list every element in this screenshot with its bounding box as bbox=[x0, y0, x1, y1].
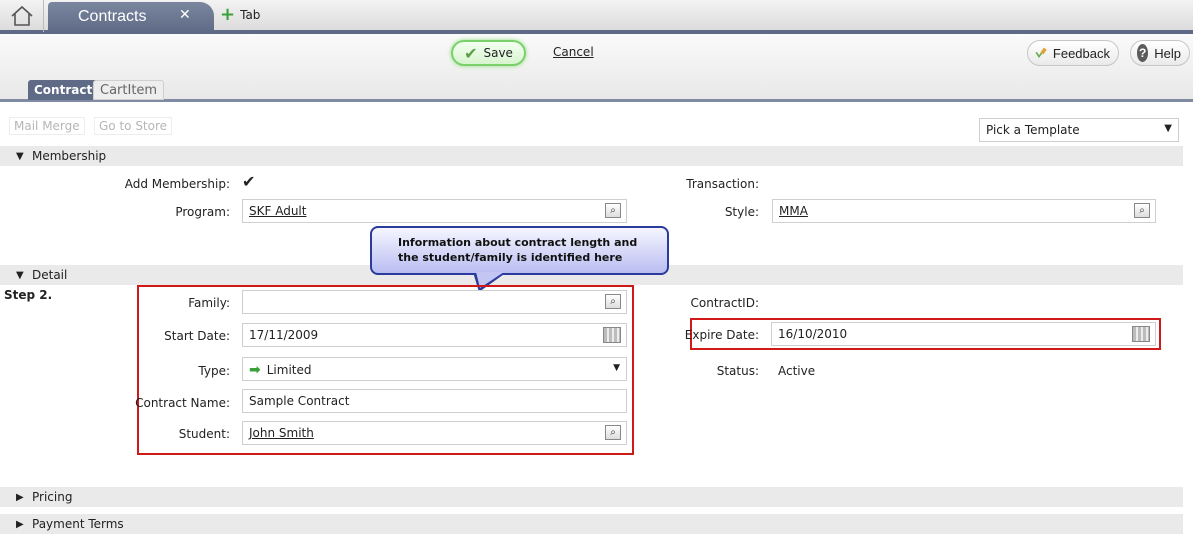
lookup-icon[interactable]: ⌕ bbox=[605, 294, 621, 309]
lookup-icon[interactable]: ⌕ bbox=[605, 203, 621, 218]
family-field[interactable]: ⌕ bbox=[242, 290, 627, 314]
arrow-right-icon: ➡ bbox=[249, 362, 261, 378]
home-button[interactable] bbox=[0, 0, 44, 32]
callout-line-1: Information about contract length and bbox=[398, 236, 638, 249]
type-select[interactable]: ➡ Limited ▼ bbox=[242, 357, 627, 381]
start-date-field[interactable]: 17/11/2009 bbox=[242, 323, 627, 347]
close-icon[interactable]: ✕ bbox=[179, 7, 191, 23]
chevron-down-icon: ▼ bbox=[16, 150, 24, 162]
lookup-icon[interactable]: ⌕ bbox=[605, 425, 621, 440]
section-pricing-label: Pricing bbox=[32, 490, 73, 504]
expire-date-label: Expire Date: bbox=[684, 328, 759, 342]
callout-line-2: the student/family is identified here bbox=[398, 251, 623, 264]
template-select[interactable]: Pick a Template ▼ bbox=[979, 118, 1179, 142]
go-to-store-button[interactable]: Go to Store bbox=[94, 117, 173, 135]
help-icon: ? bbox=[1137, 44, 1149, 62]
feedback-button[interactable]: Feedback bbox=[1027, 40, 1119, 66]
contract-id-label: ContractID: bbox=[690, 296, 759, 310]
student-value[interactable]: John Smith bbox=[249, 426, 314, 440]
student-label: Student: bbox=[178, 427, 230, 441]
save-button[interactable]: ✔ Save bbox=[451, 40, 526, 66]
program-value[interactable]: SKF Adult bbox=[249, 204, 306, 218]
add-membership-label: Add Membership: bbox=[124, 177, 230, 191]
feedback-icon bbox=[1035, 47, 1047, 58]
add-membership-checkbox[interactable]: ✔ bbox=[242, 174, 258, 191]
help-button[interactable]: ? Help bbox=[1130, 40, 1190, 66]
feedback-label: Feedback bbox=[1052, 45, 1110, 61]
section-pricing[interactable]: ▶ Pricing bbox=[0, 487, 1183, 507]
chevron-down-icon: ▼ bbox=[1164, 123, 1172, 134]
start-date-value: 17/11/2009 bbox=[249, 328, 319, 342]
help-label: Help bbox=[1154, 45, 1181, 61]
tab-cartitem[interactable]: CartItem bbox=[93, 80, 165, 100]
calendar-icon[interactable] bbox=[603, 327, 621, 343]
family-label: Family: bbox=[188, 296, 230, 310]
type-label: Type: bbox=[198, 364, 230, 378]
step-label: Step 2. bbox=[4, 288, 53, 302]
student-field[interactable]: John Smith ⌕ bbox=[242, 421, 627, 445]
template-select-value: Pick a Template bbox=[986, 123, 1080, 137]
lookup-icon[interactable]: ⌕ bbox=[1134, 203, 1150, 218]
contract-name-value: Sample Contract bbox=[249, 394, 350, 408]
cancel-link[interactable]: Cancel bbox=[553, 45, 594, 59]
info-callout: Information about contract length and th… bbox=[370, 226, 669, 275]
section-payment-terms-label: Payment Terms bbox=[32, 517, 124, 531]
transaction-label: Transaction: bbox=[686, 177, 759, 191]
save-label: Save bbox=[483, 46, 513, 60]
program-label: Program: bbox=[175, 205, 230, 219]
program-field[interactable]: SKF Adult ⌕ bbox=[242, 199, 627, 223]
contract-name-field[interactable]: Sample Contract bbox=[242, 389, 627, 413]
add-tab-button[interactable]: + Tab bbox=[220, 4, 261, 25]
chevron-right-icon: ▶ bbox=[16, 518, 24, 530]
plus-icon: + bbox=[220, 4, 236, 25]
style-label: Style: bbox=[724, 205, 759, 219]
home-icon bbox=[10, 5, 33, 26]
chevron-down-icon: ▼ bbox=[16, 269, 24, 281]
check-icon: ✔ bbox=[464, 43, 478, 63]
toolbar: ✔ Save Cancel Feedback ? Help Contract* … bbox=[0, 34, 1193, 102]
start-date-label: Start Date: bbox=[164, 329, 230, 343]
expire-date-value: 16/10/2010 bbox=[778, 327, 848, 341]
chevron-right-icon: ▶ bbox=[16, 491, 24, 503]
add-tab-label: Tab bbox=[240, 8, 261, 22]
calendar-icon[interactable] bbox=[1132, 326, 1150, 342]
expire-date-field[interactable]: 16/10/2010 bbox=[771, 322, 1156, 346]
section-membership[interactable]: ▼ Membership bbox=[0, 146, 1183, 166]
chevron-down-icon: ▼ bbox=[613, 363, 620, 373]
tab-title: Contracts bbox=[78, 8, 147, 25]
style-field[interactable]: MMA ⌕ bbox=[772, 199, 1156, 223]
status-value: Active bbox=[778, 364, 816, 378]
mail-merge-button[interactable]: Mail Merge bbox=[9, 117, 85, 135]
section-payment-terms[interactable]: ▶ Payment Terms bbox=[0, 514, 1183, 534]
section-membership-label: Membership bbox=[32, 149, 107, 163]
status-label: Status: bbox=[716, 364, 759, 378]
type-value: Limited bbox=[266, 363, 312, 377]
contract-name-label: Contract Name: bbox=[135, 396, 230, 410]
tab-contracts[interactable]: Contracts ✕ bbox=[48, 2, 214, 32]
tab-strip: Contracts ✕ + Tab bbox=[0, 0, 1193, 34]
style-value[interactable]: MMA bbox=[779, 204, 808, 218]
section-detail-label: Detail bbox=[32, 268, 68, 282]
